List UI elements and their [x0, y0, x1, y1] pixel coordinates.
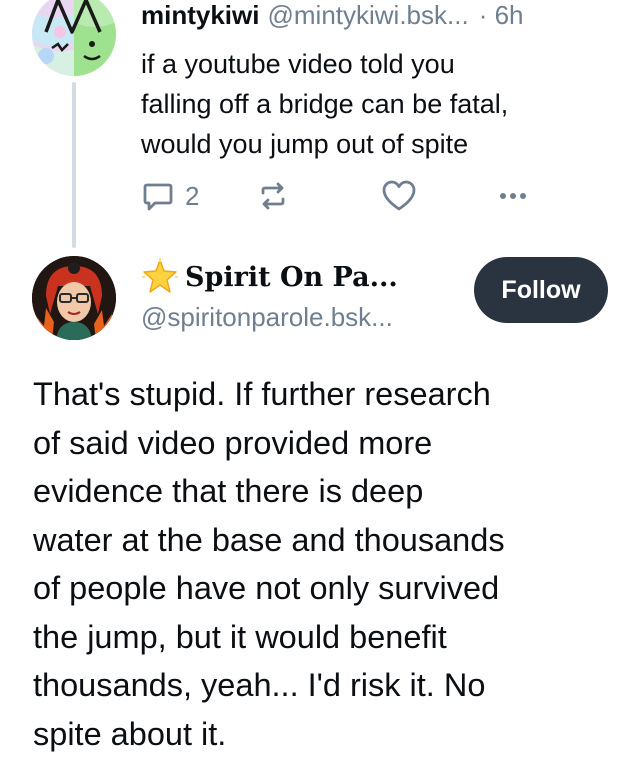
author-handle[interactable]: @mintykiwi.bsk... — [267, 0, 468, 31]
reply-text-line: That's stupid. If further research — [33, 376, 491, 412]
avatar[interactable] — [32, 256, 116, 340]
more-icon — [500, 193, 526, 199]
reply-count: 2 — [185, 180, 200, 211]
repost-icon — [261, 182, 285, 210]
reply-text-line: spite about it. — [33, 715, 227, 752]
reply-text-line: of said video provided more — [33, 424, 433, 461]
parent-post-header: mintykiwi @mintykiwi.bsk... · 6h — [141, 0, 524, 30]
glowing-star-icon — [142, 258, 178, 293]
mintykiwi-avatar-image — [32, 0, 116, 76]
avatar[interactable] — [32, 0, 116, 76]
heart-icon — [382, 180, 416, 211]
follow-button[interactable]: Follow — [474, 257, 608, 323]
like-button[interactable] — [381, 174, 417, 218]
reply-text-line: the jump, but it would benefit — [33, 618, 447, 655]
author-handle[interactable]: @spiritonparole.bsk... — [141, 302, 393, 333]
reply-icon — [143, 183, 173, 211]
reply-post-header: Spirit On Pa... @spiritonparole.bsk... F… — [0, 250, 640, 360]
reply-text-line: thousands, yeah... I'd risk it. No — [33, 667, 486, 703]
parent-post-text: if a youtube video told you falling off … — [141, 49, 509, 159]
reply-text-line: evidence that there is deep — [33, 473, 424, 509]
reply-post-text: That's stupid. If further research of sa… — [33, 370, 623, 758]
more-options-button[interactable] — [496, 174, 530, 218]
reply-button[interactable]: 2 — [141, 174, 199, 218]
repost-button[interactable] — [256, 174, 290, 218]
reply-text-line: water at the base and thousands — [33, 521, 505, 558]
parent-post[interactable]: mintykiwi @mintykiwi.bsk... · 6h if a yo… — [0, 0, 640, 250]
reply-text-line: of people have not only survived — [33, 570, 500, 606]
post-timestamp[interactable]: · 6h — [479, 0, 524, 31]
reply-author-row: Spirit On Pa... — [141, 258, 398, 296]
author-name[interactable]: Spirit On Pa... — [185, 262, 398, 293]
post-actions: 2 — [141, 174, 541, 218]
spiritonparole-avatar-image — [32, 256, 116, 340]
author-name[interactable]: mintykiwi — [141, 0, 259, 31]
thread-connector-line — [72, 82, 76, 248]
